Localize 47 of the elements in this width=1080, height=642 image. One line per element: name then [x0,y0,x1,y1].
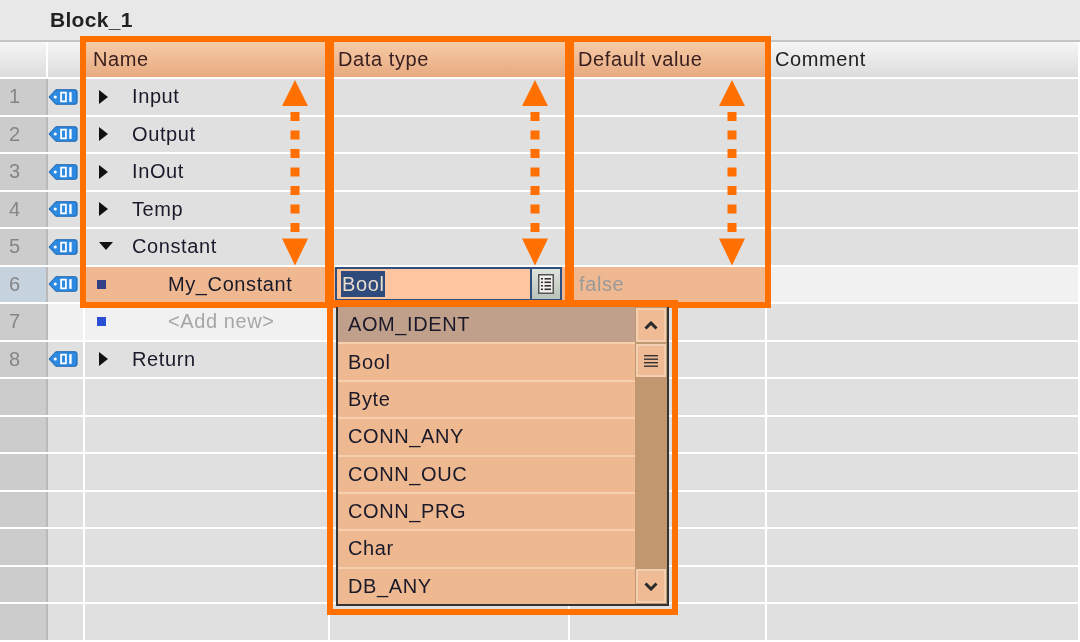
tag-icon [48,350,78,369]
grip-lines-icon [644,354,658,367]
section-name: Output [132,122,196,146]
dropdown-item[interactable]: DB_ANY [338,568,635,604]
tag-icon [48,87,78,106]
section-name: InOut [132,160,184,184]
caret-right-icon[interactable] [99,164,108,179]
square-icon [97,279,106,289]
tag-icon [48,237,78,256]
double-arrow-icon [521,80,549,266]
caret-right-icon[interactable] [99,127,108,142]
caret-down-icon[interactable] [99,242,113,252]
row-header-cell [0,416,48,452]
data-type-value: Bool [341,271,386,298]
list-icon [538,274,554,295]
caret-right-icon[interactable] [99,89,108,104]
row-header-cell [0,529,48,565]
section-name: Input [132,85,180,109]
row-header-cell [0,491,48,527]
caret-right-icon[interactable] [99,352,108,367]
scroll-thumb[interactable] [636,344,666,377]
variable-name: My_Constant [168,272,293,296]
double-arrow-icon [718,80,746,266]
dropdown-item[interactable]: AOM_IDENT [338,307,635,345]
list-button[interactable] [530,269,560,300]
scroll-down-button[interactable] [636,569,666,603]
scroll-up-button[interactable] [636,308,666,342]
tag-icon [48,162,78,181]
double-arrow-icon [281,80,309,266]
section-name: Temp [132,197,184,221]
chevron-down-icon [644,581,658,591]
row-header-cell [0,379,48,415]
chevron-up-icon [644,320,658,330]
row-header-cell [0,566,48,602]
tag-icon [48,275,78,294]
row-header-cell [0,604,48,640]
tag-icon [48,200,78,219]
block-title: Block_1 [50,8,133,32]
tag-icon [48,125,78,144]
row-header-cell [0,454,48,490]
square-icon [97,317,106,327]
scrollbar[interactable] [635,307,667,604]
default-value: false [578,272,625,296]
data-type-field[interactable]: Bool [335,267,562,302]
section-name: Constant [132,235,217,259]
section-name: Return [132,347,196,371]
caret-right-icon[interactable] [99,202,108,217]
